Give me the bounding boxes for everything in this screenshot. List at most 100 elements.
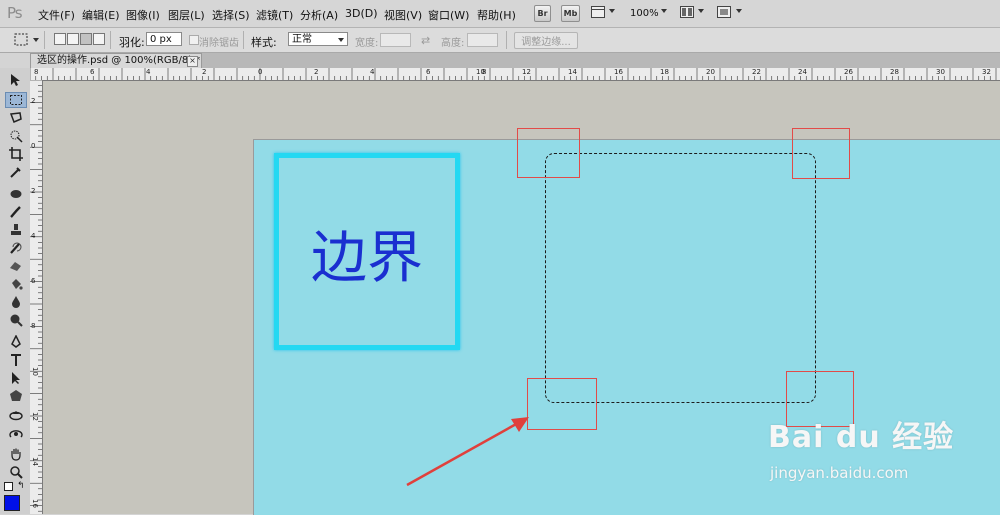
foreground-color-swatch[interactable]	[4, 495, 20, 511]
menu-filter[interactable]: 滤镜(T)	[256, 7, 293, 23]
healing-tool[interactable]	[5, 186, 27, 202]
crop-icon	[9, 147, 23, 161]
intersect-selection-button[interactable]	[93, 33, 105, 45]
dodge-tool[interactable]	[5, 312, 27, 328]
ruler-label: 26	[844, 68, 853, 76]
menu-edit[interactable]: 编辑(E)	[82, 7, 120, 23]
type-tool[interactable]	[5, 352, 27, 368]
rect-marquee-tool[interactable]	[5, 92, 27, 108]
view-extras-icon[interactable]	[591, 6, 605, 18]
stamp-icon	[11, 224, 21, 235]
history-brush-icon	[10, 242, 22, 254]
eraser-icon	[10, 262, 21, 271]
ruler-label: 10	[476, 68, 485, 76]
border-frame: 边界	[274, 153, 460, 350]
menu-view[interactable]: 视图(V)	[384, 7, 422, 23]
menu-3d[interactable]: 3D(D)	[345, 7, 378, 20]
menu-file[interactable]: 文件(F)	[38, 7, 75, 23]
menu-layer[interactable]: 图层(L)	[168, 7, 205, 23]
highlight-box-top-left	[517, 128, 580, 178]
menu-bar: Ps 文件(F) 编辑(E) 图像(I) 图层(L) 选择(S) 滤镜(T) 分…	[0, 0, 1000, 28]
eraser-tool[interactable]	[5, 258, 27, 274]
3d-rotate-tool[interactable]	[5, 408, 27, 424]
refine-edge-button[interactable]: 调整边缘...	[514, 32, 578, 49]
bridge-button[interactable]: Br	[534, 5, 551, 22]
close-icon[interactable]: ×	[187, 56, 198, 67]
screen-mode-icon[interactable]	[717, 6, 731, 18]
ruler-label: 0	[31, 142, 36, 150]
zoom-tool[interactable]	[5, 464, 27, 480]
app-logo: Ps	[7, 4, 23, 22]
subtract-selection-button[interactable]	[80, 33, 92, 45]
ruler-label: 6	[31, 277, 36, 285]
document-tab[interactable]: 选区的操作.psd @ 100%(RGB/8) * ×	[30, 53, 202, 68]
ruler-label: 10	[31, 367, 39, 376]
quick-select-tool[interactable]	[5, 128, 27, 144]
width-input[interactable]	[380, 33, 411, 47]
antialias-label: 消除锯齿	[199, 38, 239, 49]
ruler-label: 20	[706, 68, 715, 76]
ruler-label: 2	[202, 68, 207, 76]
swap-icon[interactable]: ⇄	[421, 34, 430, 47]
height-input[interactable]	[467, 33, 498, 47]
history-brush-tool[interactable]	[5, 240, 27, 256]
document-title: 选区的操作.psd @ 100%(RGB/8) *	[37, 55, 201, 66]
separator	[44, 31, 45, 49]
menu-window[interactable]: 窗口(W)	[428, 7, 469, 23]
ruler-label: 14	[568, 68, 577, 76]
chevron-down-icon[interactable]	[661, 9, 667, 13]
mini-bridge-button[interactable]: Mb	[561, 5, 580, 22]
menu-image[interactable]: 图像(I)	[126, 7, 160, 23]
type-icon	[11, 354, 21, 366]
ruler-label: 12	[522, 68, 531, 76]
paint-bucket-tool[interactable]	[5, 276, 27, 292]
lasso-icon	[9, 112, 22, 123]
chevron-down-icon[interactable]	[736, 9, 742, 13]
new-selection-button[interactable]	[54, 33, 66, 45]
lasso-tool[interactable]	[5, 110, 27, 126]
ruler-label: 12	[31, 412, 39, 421]
default-colors-icon[interactable]	[4, 482, 13, 491]
shape-tool[interactable]	[5, 388, 27, 404]
pen-tool[interactable]	[5, 334, 27, 350]
ruler-vertical: 2 0 2 4 6 8 10 12 14 16	[30, 80, 43, 514]
zoom-level[interactable]: 100%	[630, 8, 659, 19]
tool-preset-icon[interactable]	[14, 33, 28, 46]
menu-help[interactable]: 帮助(H)	[477, 7, 516, 23]
ruler-label: 6	[90, 68, 95, 76]
crop-tool[interactable]	[5, 146, 27, 162]
hand-icon	[11, 448, 21, 461]
width-label: 宽度:	[355, 38, 379, 49]
separator	[243, 31, 244, 49]
ruler-label: 4	[146, 68, 151, 76]
chevron-down-icon[interactable]	[698, 9, 704, 13]
ruler-label: 0	[258, 68, 263, 76]
arrange-documents-icon[interactable]	[680, 6, 694, 18]
menu-select[interactable]: 选择(S)	[212, 7, 250, 23]
chevron-down-icon[interactable]	[33, 38, 39, 42]
feather-input[interactable]: 0 px	[146, 32, 182, 46]
ruler-label: 2	[314, 68, 319, 76]
style-select-value: 正常	[292, 34, 312, 45]
chevron-down-icon[interactable]	[609, 9, 615, 13]
eyedropper-tool[interactable]	[5, 164, 27, 180]
antialias-checkbox[interactable]	[189, 35, 199, 45]
ruler-label: 2	[31, 97, 36, 105]
3d-orbit-tool[interactable]	[5, 426, 27, 442]
feather-label: 羽化:	[119, 36, 145, 49]
path-select-tool[interactable]	[5, 370, 27, 386]
stamp-tool[interactable]	[5, 222, 27, 238]
swap-colors-icon[interactable]: ↰	[17, 481, 25, 491]
watermark-logo: Bai du 经验	[768, 420, 955, 455]
style-label: 样式:	[251, 36, 277, 49]
brush-tool[interactable]	[5, 204, 27, 220]
watermark: Bai du 经验 jingyan.baidu.com	[768, 412, 998, 512]
style-select[interactable]: 正常	[288, 32, 348, 46]
blur-tool[interactable]	[5, 294, 27, 310]
hand-tool[interactable]	[5, 446, 27, 462]
zoom-icon	[10, 466, 23, 479]
ruler-horizontal: 8 6 4 2 0 2 4 6 8 10 12 14 16 18 20 22 2…	[30, 68, 1000, 81]
move-tool[interactable]	[5, 72, 27, 88]
add-selection-button[interactable]	[67, 33, 79, 45]
menu-analysis[interactable]: 分析(A)	[300, 7, 338, 23]
